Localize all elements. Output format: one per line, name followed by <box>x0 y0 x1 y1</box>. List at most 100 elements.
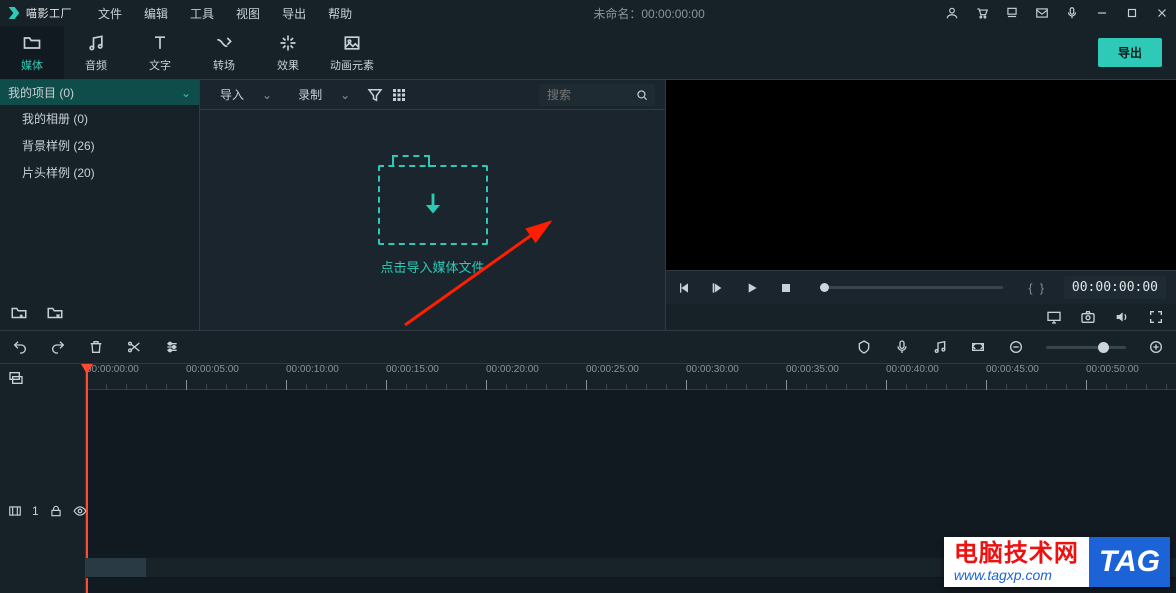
maximize-button[interactable] <box>1124 5 1140 21</box>
tab-effect[interactable]: 效果 <box>256 26 320 79</box>
ruler-tick: 00:00:10:00 <box>286 364 339 375</box>
main-area: 我的项目 (0) ⌄ 我的相册 (0) 背景样例 (26) 片头样例 (20) … <box>0 80 1176 330</box>
timeline-toolbar <box>0 330 1176 364</box>
tab-motion[interactable]: 动画元素 <box>320 26 384 79</box>
timeline-ruler[interactable]: 00:00:00:0000:00:05:0000:00:10:0000:00:1… <box>86 364 1176 390</box>
ruler-tick: 00:00:30:00 <box>686 364 739 375</box>
gutter-track: 1 <box>0 504 85 518</box>
tab-label: 音频 <box>85 57 107 73</box>
browser-body[interactable]: 点击导入媒体文件 <box>200 110 665 330</box>
render-range-icon[interactable] <box>970 339 986 355</box>
timeline-gutter: 1 <box>0 364 86 593</box>
tab-media[interactable]: 媒体 <box>0 26 64 79</box>
settings-icon[interactable] <box>164 339 180 355</box>
menu-edit[interactable]: 编辑 <box>134 1 178 26</box>
download-icon <box>380 167 486 243</box>
split-button[interactable] <box>126 339 142 355</box>
preview-scrubber[interactable] <box>820 286 1003 289</box>
preview-canvas[interactable] <box>666 80 1176 270</box>
search-field[interactable] <box>539 84 655 106</box>
tab-label: 动画元素 <box>330 57 374 73</box>
tool-tabs: 媒体 音频 文字 转场 效果 动画元素 导出 <box>0 26 1176 80</box>
tab-audio[interactable]: 音频 <box>64 26 128 79</box>
eye-icon[interactable] <box>73 504 87 518</box>
music-icon <box>86 33 106 53</box>
redo-button[interactable] <box>50 339 66 355</box>
minimize-button[interactable] <box>1094 5 1110 21</box>
watermark-tag: TAG <box>1089 537 1170 587</box>
zoom-in-button[interactable] <box>1148 339 1164 355</box>
audio-mixer-icon[interactable] <box>932 339 948 355</box>
import-dropzone[interactable] <box>378 165 488 245</box>
undo-button[interactable] <box>12 339 28 355</box>
dropzone-hint: 点击导入媒体文件 <box>380 257 484 276</box>
tab-label: 效果 <box>277 57 299 73</box>
zoom-slider[interactable] <box>1046 346 1126 349</box>
project-tree: 我的项目 (0) ⌄ 我的相册 (0) 背景样例 (26) 片头样例 (20) <box>0 80 200 330</box>
tree-item-opener[interactable]: 片头样例 (20) <box>0 159 199 186</box>
clip-placeholder[interactable] <box>86 558 146 577</box>
export-button[interactable]: 导出 <box>1098 38 1162 67</box>
tree-item-background[interactable]: 背景样例 (26) <box>0 132 199 159</box>
project-title: 未命名：00:00:00:00 <box>366 5 932 22</box>
tab-transition[interactable]: 转场 <box>192 26 256 79</box>
account-icon[interactable] <box>944 5 960 21</box>
layers-icon[interactable] <box>1004 5 1020 21</box>
tab-label: 转场 <box>213 57 235 73</box>
title-bar: 喵影工厂 文件 编辑 工具 视图 导出 帮助 未命名：00:00:00:00 <box>0 0 1176 26</box>
collapse-tracks-icon[interactable] <box>8 370 24 386</box>
mail-icon[interactable] <box>1034 5 1050 21</box>
chevron-down-icon: ⌄ <box>181 86 191 100</box>
record-dropdown[interactable]: 录制 ⌄ <box>288 83 360 106</box>
search-input[interactable] <box>545 87 635 103</box>
chevron-down-icon: ⌄ <box>340 88 350 102</box>
text-icon <box>150 33 170 53</box>
remove-folder-icon[interactable] <box>46 304 64 322</box>
import-dropdown[interactable]: 导入 ⌄ <box>210 83 282 106</box>
import-label: 导入 <box>220 86 244 103</box>
prev-frame-button[interactable] <box>676 280 692 296</box>
menu-export[interactable]: 导出 <box>272 1 316 26</box>
preview-timecode: 00:00:00:00 <box>1064 276 1166 299</box>
track-film-icon[interactable] <box>8 504 22 518</box>
gutter-top <box>0 370 85 386</box>
preview-panel: { } 00:00:00:00 <box>666 80 1176 330</box>
track-number: 1 <box>32 504 39 518</box>
menu-help[interactable]: 帮助 <box>318 1 362 26</box>
tree-item-album[interactable]: 我的相册 (0) <box>0 105 199 132</box>
voiceover-icon[interactable] <box>894 339 910 355</box>
ruler-tick: 00:00:05:00 <box>186 364 239 375</box>
stop-button[interactable] <box>778 280 794 296</box>
picture-icon <box>342 33 362 53</box>
menu-file[interactable]: 文件 <box>88 1 132 26</box>
snapshot-icon[interactable] <box>1080 309 1096 325</box>
delete-button[interactable] <box>88 339 104 355</box>
grid-icon[interactable] <box>390 86 408 104</box>
mic-icon[interactable] <box>1064 5 1080 21</box>
search-icon <box>635 88 649 102</box>
close-button[interactable] <box>1154 5 1170 21</box>
display-settings-icon[interactable] <box>1046 309 1062 325</box>
ruler-tick: 00:00:45:00 <box>986 364 1039 375</box>
ruler-tick: 00:00:25:00 <box>586 364 639 375</box>
tab-text[interactable]: 文字 <box>128 26 192 79</box>
filter-icon[interactable] <box>366 86 384 104</box>
marker-icon[interactable] <box>856 339 872 355</box>
zoom-out-button[interactable] <box>1008 339 1024 355</box>
add-folder-icon[interactable] <box>10 304 28 322</box>
tree-header[interactable]: 我的项目 (0) ⌄ <box>0 80 199 105</box>
lock-icon[interactable] <box>49 504 63 518</box>
volume-icon[interactable] <box>1114 309 1130 325</box>
browser-toolbar: 导入 ⌄ 录制 ⌄ <box>200 80 665 110</box>
folder-icon <box>22 33 42 53</box>
sparkle-icon <box>278 33 298 53</box>
media-browser: 导入 ⌄ 录制 ⌄ <box>200 80 666 330</box>
fullscreen-icon[interactable] <box>1148 309 1164 325</box>
menu-tools[interactable]: 工具 <box>180 1 224 26</box>
watermark-url: www.tagxp.com <box>954 568 1079 583</box>
play-button[interactable] <box>744 280 760 296</box>
cart-icon[interactable] <box>974 5 990 21</box>
play-in-button[interactable] <box>710 280 726 296</box>
menu-view[interactable]: 视图 <box>226 1 270 26</box>
marker-braces[interactable]: { } <box>1029 281 1046 295</box>
